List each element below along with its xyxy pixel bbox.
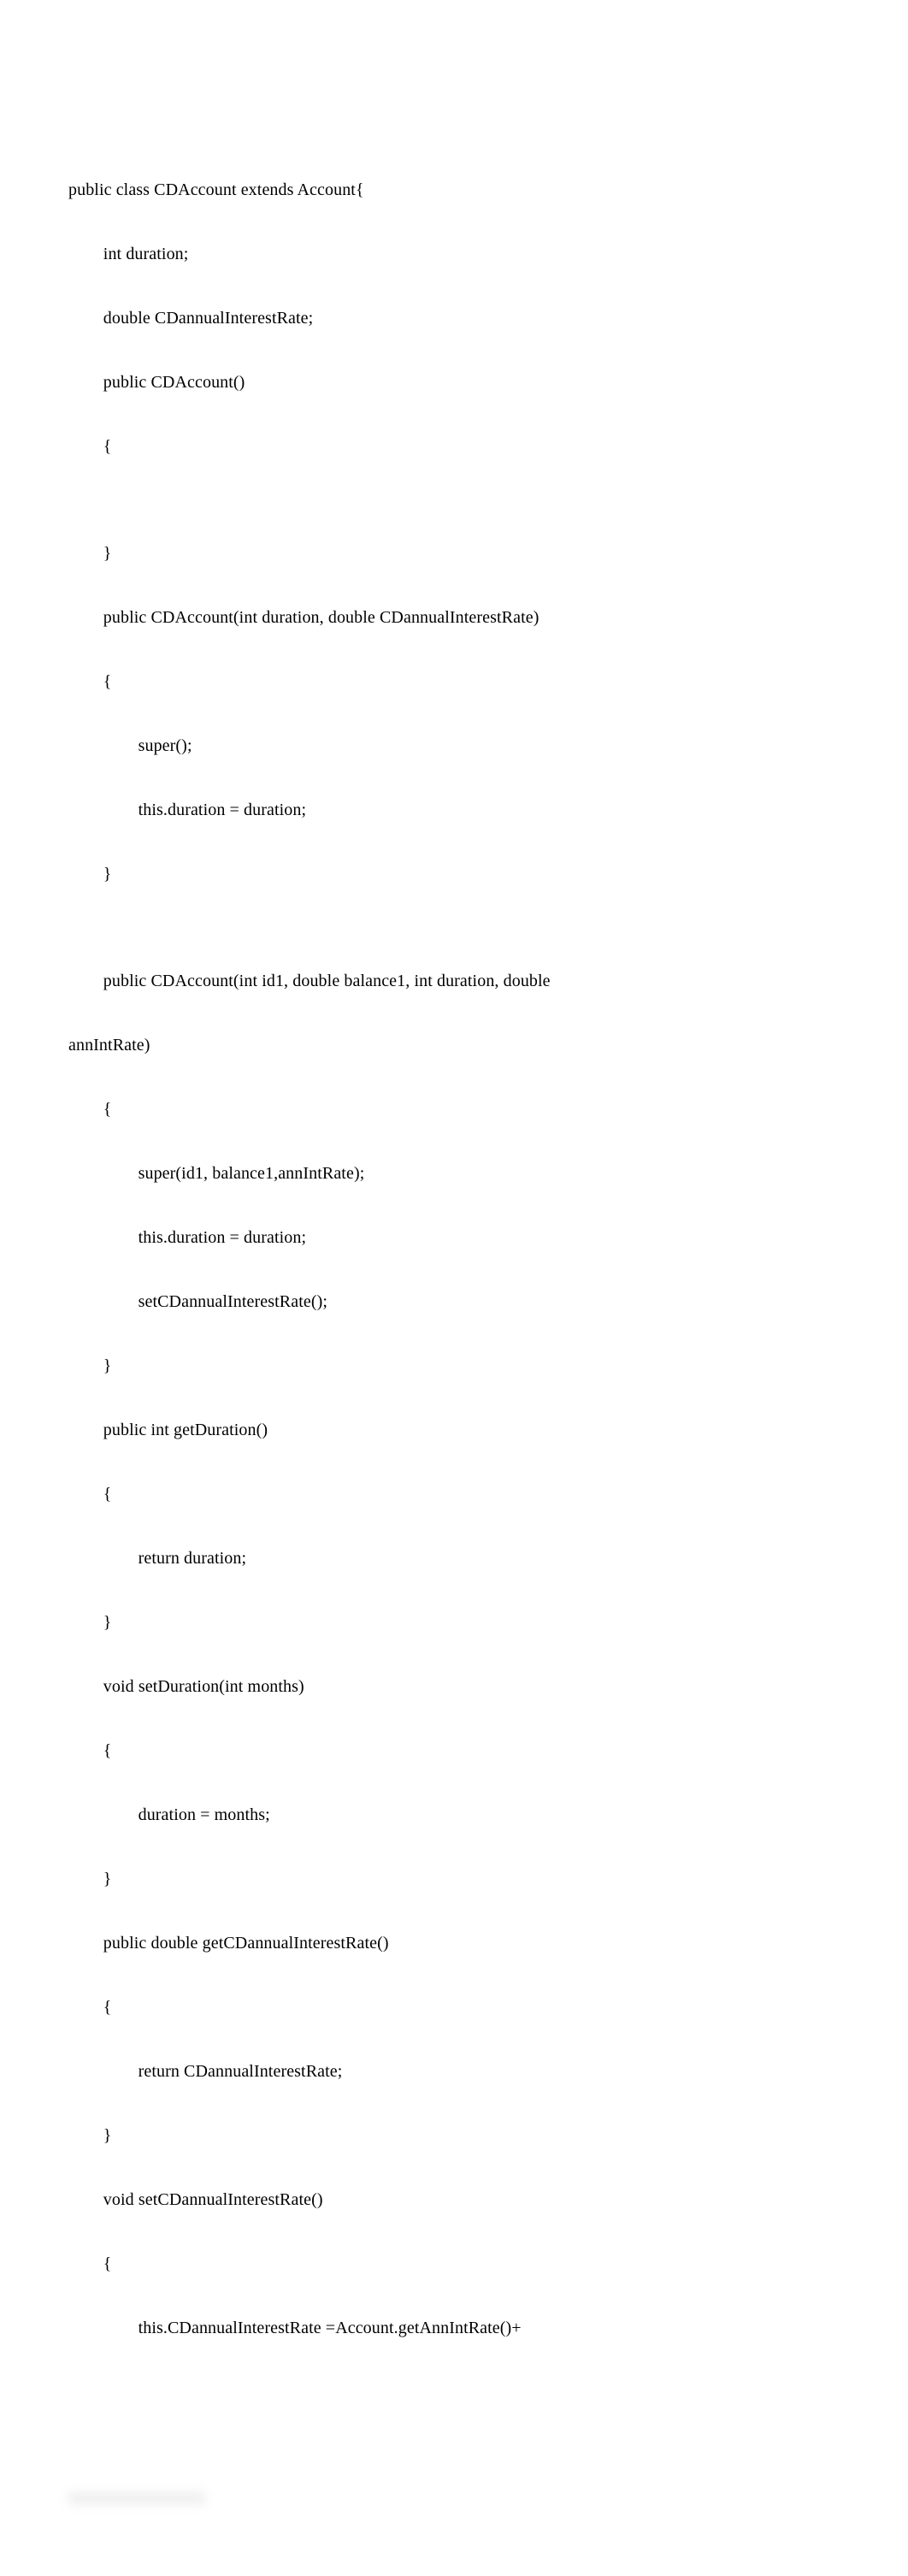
code-line: public CDAccount() — [68, 372, 840, 393]
code-line: annIntRate) — [68, 1035, 840, 1056]
code-line: void setCDannualInterestRate() — [68, 2189, 840, 2211]
code-line: public CDAccount(int duration, double CD… — [68, 607, 840, 629]
code-line: } — [68, 1869, 840, 1890]
code-line: { — [68, 671, 840, 693]
document-page: public class CDAccount extends Account{ … — [0, 0, 908, 2576]
code-line: double CDannualInterestRate; — [68, 308, 840, 329]
code-line: } — [68, 864, 840, 885]
code-line: { — [68, 1740, 840, 1762]
code-line: duration = months; — [68, 1805, 840, 1826]
code-line: } — [68, 1612, 840, 1634]
code-line: this.duration = duration; — [68, 1227, 840, 1249]
code-line: return CDannualInterestRate; — [68, 2061, 840, 2083]
code-line: } — [68, 2125, 840, 2147]
code-line: int duration; — [68, 244, 840, 265]
code-line: { — [68, 436, 840, 458]
code-line: } — [68, 1356, 840, 1377]
code-line: } — [68, 543, 840, 564]
code-line: public CDAccount(int id1, double balance… — [68, 971, 840, 992]
code-line: { — [68, 1484, 840, 1505]
code-block: public class CDAccount extends Account{ … — [68, 137, 840, 2382]
code-line: this.CDannualInterestRate =Account.getAn… — [68, 2318, 840, 2339]
code-line: { — [68, 1099, 840, 1120]
code-line: public int getDuration() — [68, 1420, 840, 1441]
code-line: setCDannualInterestRate(); — [68, 1291, 840, 1313]
code-line: return duration; — [68, 1548, 840, 1569]
code-line: public class CDAccount extends Account{ — [68, 180, 840, 201]
code-line: { — [68, 1997, 840, 2018]
code-line: void setDuration(int months) — [68, 1676, 840, 1698]
code-line: super(); — [68, 736, 840, 757]
code-line: this.duration = duration; — [68, 800, 840, 821]
code-line: super(id1, balance1,annIntRate); — [68, 1163, 840, 1185]
obscured-content — [68, 2446, 840, 2576]
code-line: { — [68, 2254, 840, 2275]
code-line: public double getCDannualInterestRate() — [68, 1933, 840, 1954]
